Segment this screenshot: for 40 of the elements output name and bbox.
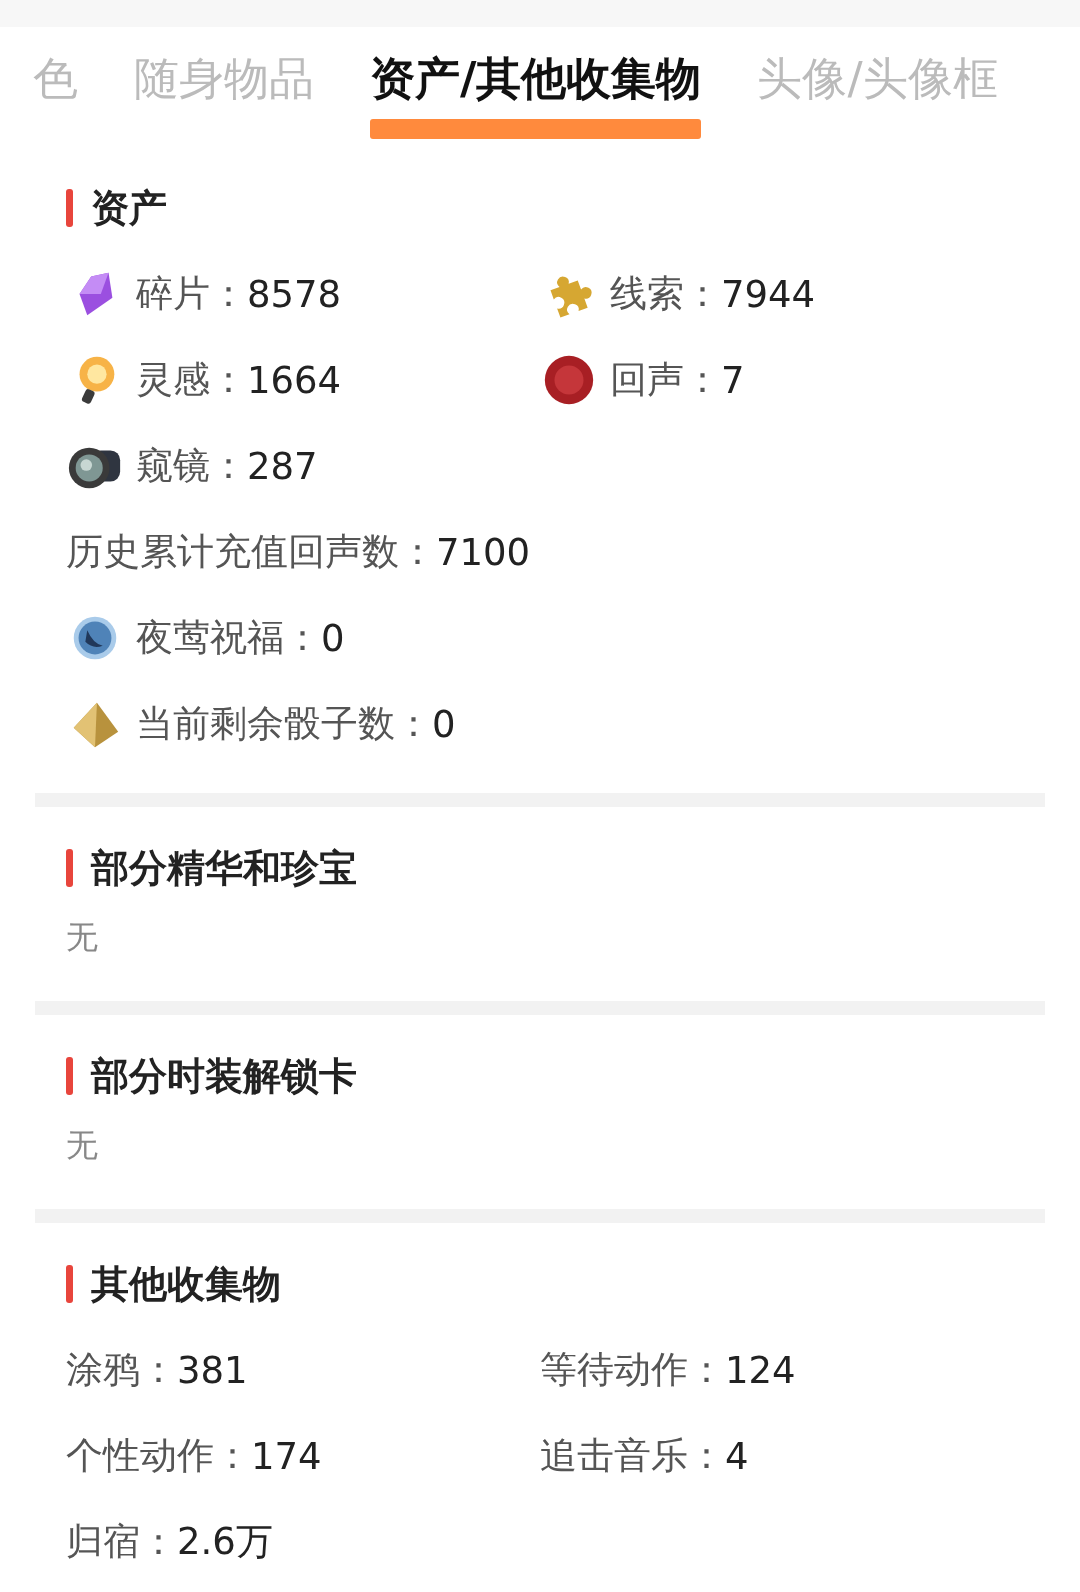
item-value: 7944 bbox=[721, 272, 816, 316]
item-label: 归宿： bbox=[66, 1519, 177, 1565]
item-value: 1664 bbox=[247, 358, 342, 402]
item-label: 个性动作： bbox=[66, 1433, 251, 1479]
item-value: 4 bbox=[725, 1434, 749, 1478]
item-value: 124 bbox=[725, 1348, 796, 1392]
item-label: 历史累计充值回声数： bbox=[66, 529, 436, 575]
item-label: 追击音乐： bbox=[540, 1433, 725, 1479]
section-title: 部分精华和珍宝 bbox=[91, 844, 357, 892]
item-value: 7100 bbox=[436, 530, 531, 574]
item-label: 灵感： bbox=[136, 357, 247, 403]
empty-text: 无 bbox=[66, 1125, 99, 1165]
item-label: 等待动作： bbox=[540, 1347, 725, 1393]
section-marker bbox=[66, 189, 73, 227]
section-marker bbox=[66, 1265, 73, 1303]
item-value: 2.6万 bbox=[177, 1519, 273, 1565]
item-value: 0 bbox=[432, 702, 456, 746]
item-label: 夜莺祝福： bbox=[136, 615, 321, 661]
item-value: 287 bbox=[247, 444, 318, 488]
tab[interactable]: 色 bbox=[33, 51, 78, 107]
tab[interactable]: 头像/头像框 bbox=[757, 51, 998, 107]
section-marker bbox=[66, 1057, 73, 1095]
item-label: 当前剩余骰子数： bbox=[136, 701, 432, 747]
tab[interactable]: 资产/其他收集物 bbox=[370, 51, 702, 107]
empty-text: 无 bbox=[66, 917, 99, 957]
tab[interactable]: 随身物品 bbox=[134, 51, 314, 107]
item-label: 线索： bbox=[610, 271, 721, 317]
item-label: 窥镜： bbox=[136, 443, 247, 489]
item-value: 174 bbox=[251, 1434, 322, 1478]
section-title: 其他收集物 bbox=[91, 1260, 281, 1308]
item-label: 碎片： bbox=[136, 271, 247, 317]
item-label: 回声： bbox=[610, 357, 721, 403]
item-value: 381 bbox=[177, 1348, 248, 1392]
item-value: 7 bbox=[721, 358, 745, 402]
item-label: 涂鸦： bbox=[66, 1347, 177, 1393]
item-value: 8578 bbox=[247, 272, 342, 316]
item-value: 0 bbox=[321, 616, 345, 660]
section-marker bbox=[66, 849, 73, 887]
section-title: 部分时装解锁卡 bbox=[91, 1052, 357, 1100]
section-title: 资产 bbox=[91, 184, 167, 232]
